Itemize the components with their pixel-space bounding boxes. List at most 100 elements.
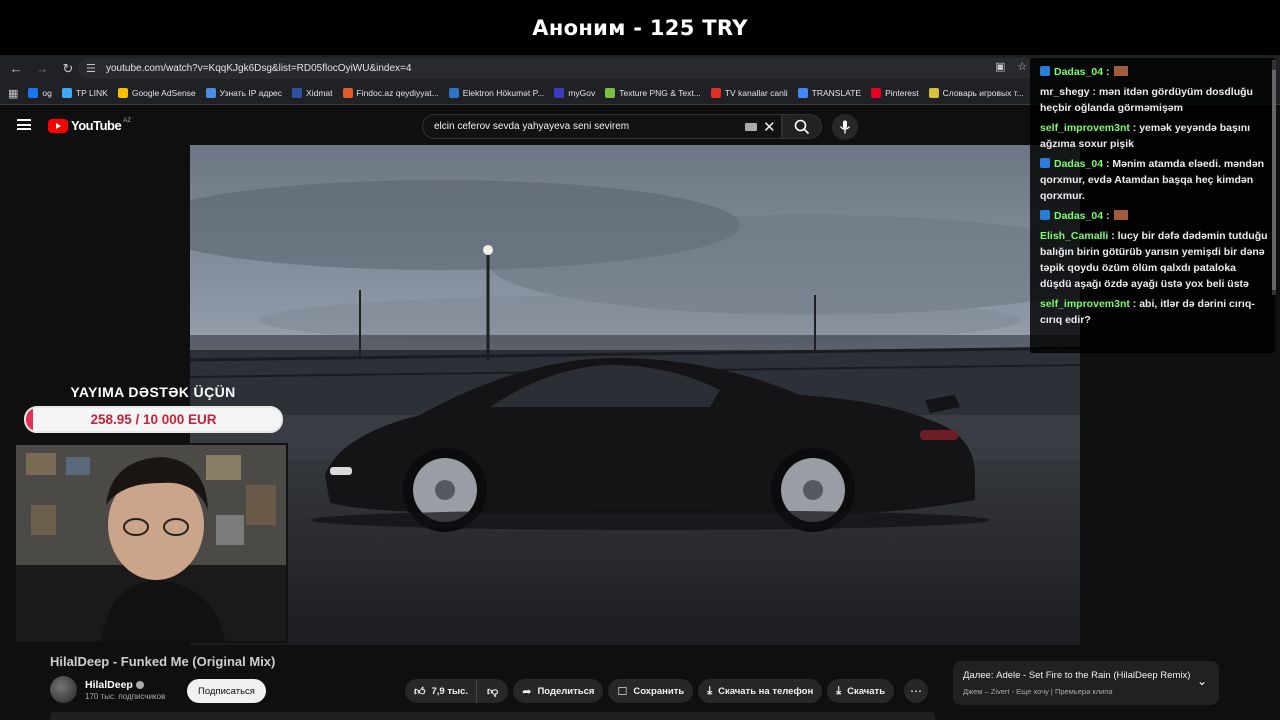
subscribe-button[interactable]: Подписаться <box>187 679 266 703</box>
chat-message: Dadas_04 : <box>1040 208 1268 224</box>
webcam-image <box>16 445 286 641</box>
save-button[interactable]: ☐ Сохранить <box>608 679 694 703</box>
channel-avatar[interactable] <box>50 676 77 703</box>
search-input[interactable]: elcin ceferov sevda yahyayeva seni sevir… <box>422 114 782 139</box>
chat-username[interactable]: Elish_Camalli <box>1040 230 1108 242</box>
description-box[interactable] <box>50 712 935 720</box>
save-playlist-icon: ☐ <box>617 685 628 698</box>
emote-icon <box>1114 66 1129 76</box>
user-badge-icon <box>1040 210 1050 220</box>
chat-message: self_improvem3nt : yemək yeyəndə başını … <box>1040 120 1268 152</box>
donation-progress-text: 258.95 / 10 000 EUR <box>90 412 217 427</box>
bookmark-label: TV kanallar canli <box>724 88 788 98</box>
address-bar[interactable]: ☰ youtube.com/watch?v=KqqKJgk6Dsg&list=R… <box>78 58 1038 79</box>
subscriber-count: 170 тыс. подписчиков <box>85 691 166 701</box>
voice-search-button[interactable] <box>832 114 858 140</box>
chevron-down-icon[interactable]: ⌄ <box>1197 674 1207 688</box>
bookmark-item[interactable]: Pinterest <box>871 88 919 98</box>
video-actions: 👍︎ 7,9 тыс. 👎︎ ➦ Поделиться ☐ Сохранить … <box>405 679 929 703</box>
bookmark-item[interactable]: TRANSLATE <box>797 88 861 98</box>
chat-username[interactable]: self_improvem3nt <box>1040 298 1130 310</box>
bookmark-label: Xidmat <box>306 88 333 98</box>
reload-icon[interactable]: ↻ <box>56 57 80 81</box>
chat-messages: Dadas_04 : mr_shegy : mən itdən gördüyüm… <box>1040 64 1268 332</box>
bookmark-favicon-icon <box>710 88 721 98</box>
thumbs-down-icon: 👎︎ <box>487 685 499 698</box>
url-text[interactable]: youtube.com/watch?v=KqqKJgk6Dsg&list=RD0… <box>106 63 411 74</box>
like-count: 7,9 тыс. <box>431 685 469 697</box>
emote-icon <box>1114 210 1129 220</box>
bookmark-item[interactable]: myGov <box>554 88 595 98</box>
bookmark-item[interactable]: TV kanallar canli <box>710 88 788 98</box>
bookmark-item[interactable]: Elektron Hökumət P... <box>448 88 544 98</box>
up-next-title: Далее: Adele - Set Fire to the Rain (Hil… <box>963 670 1191 681</box>
bookmark-item[interactable]: Texture PNG & Text... <box>605 88 701 98</box>
more-actions-icon[interactable]: ⋯ <box>904 679 929 703</box>
bookmark-label: og <box>42 88 52 98</box>
chat-message: Elish_Camalli : lucy bir dəfə dədəmin tu… <box>1040 228 1268 292</box>
video-player[interactable] <box>190 145 1080 645</box>
chat-text: : <box>1103 66 1113 78</box>
chat-username[interactable]: Dadas_04 <box>1054 158 1103 170</box>
up-next-subtitle: Джем – Zivert - Еще хочу | Премьера клип… <box>963 687 1113 696</box>
bookmark-item[interactable]: Xidmat <box>292 88 333 98</box>
keyboard-icon[interactable] <box>745 123 757 131</box>
bookmark-label: Findoc.az qeydiyyat... <box>356 88 439 98</box>
download-icon: ⤓ <box>707 684 713 697</box>
chat-username[interactable]: Dadas_04 <box>1054 210 1103 222</box>
chat-message: Dadas_04 : <box>1040 64 1268 80</box>
bookmark-item[interactable]: Словарь игровых т... <box>928 88 1024 98</box>
dislike-button[interactable]: 👎︎ <box>476 679 509 703</box>
bookmark-item[interactable]: Узнать IP адрес <box>205 88 283 98</box>
scrollbar-thumb[interactable] <box>1272 70 1276 290</box>
stream-donation-banner: Аноним - 125 TRY <box>0 0 1280 55</box>
chat-username[interactable]: self_improvem3nt <box>1040 122 1130 134</box>
bookmark-favicon-icon <box>928 88 939 98</box>
menu-icon[interactable] <box>17 119 31 130</box>
bookmark-item[interactable]: og <box>28 88 52 98</box>
bookmark-label: Texture PNG & Text... <box>619 88 701 98</box>
youtube-logo[interactable]: YouTube AZ <box>48 118 131 133</box>
bookmark-item[interactable]: Findoc.az qeydiyyat... <box>342 88 439 98</box>
download-button[interactable]: ⤓ Скачать <box>827 679 895 703</box>
up-next-panel[interactable]: Далее: Adele - Set Fire to the Rain (Hil… <box>953 661 1219 705</box>
search-query[interactable]: elcin ceferov sevda yahyayeva seni sevir… <box>434 121 629 132</box>
share-button[interactable]: ➦ Поделиться <box>513 679 604 703</box>
search-button[interactable] <box>782 114 822 139</box>
bookmark-label: Словарь игровых т... <box>942 88 1024 98</box>
like-button[interactable]: 👍︎ 7,9 тыс. <box>405 679 477 703</box>
bookmark-star-icon[interactable]: ☆ <box>1017 60 1027 73</box>
bookmark-favicon-icon <box>342 88 353 98</box>
bookmark-label: Pinterest <box>885 88 919 98</box>
search-icon <box>794 119 810 134</box>
install-app-icon[interactable]: ▣ <box>995 60 1005 73</box>
video-frame <box>190 145 1080 645</box>
apps-grid-icon[interactable]: ▦ <box>8 87 18 100</box>
chat-username[interactable]: mr_shegy <box>1040 86 1090 98</box>
donation-alert-text: Аноним - 125 TRY <box>532 15 748 40</box>
microphone-icon <box>839 120 851 134</box>
bookmark-favicon-icon <box>554 88 565 98</box>
bookmark-favicon-icon <box>448 88 459 98</box>
streamer-webcam <box>14 443 288 643</box>
forward-icon[interactable]: → <box>30 57 54 81</box>
bookmark-favicon-icon <box>797 88 808 98</box>
download-to-phone-button[interactable]: ⤓ Скачать на телефон <box>698 679 823 703</box>
bookmark-item[interactable]: Google AdSense <box>117 88 196 98</box>
chat-message: mr_shegy : mən itdən gördüyüm dosdluğu h… <box>1040 84 1268 116</box>
chat-text: : <box>1103 210 1113 222</box>
verified-icon <box>135 680 144 689</box>
clear-search-icon[interactable]: ✕ <box>763 118 776 136</box>
back-icon[interactable]: ← <box>4 57 28 81</box>
bookmark-favicon-icon <box>605 88 616 98</box>
bookmark-item[interactable]: TP LINK <box>61 88 108 98</box>
bookmark-label: myGov <box>568 88 596 98</box>
chat-username[interactable]: Dadas_04 <box>1054 66 1103 78</box>
youtube-play-icon <box>48 118 68 133</box>
channel-name[interactable]: HilalDeep <box>85 679 133 691</box>
bookmark-favicon-icon <box>28 88 39 98</box>
thumbs-up-icon: 👍︎ <box>414 685 426 698</box>
bookmark-label: Узнать IP адрес <box>219 88 283 98</box>
site-info-icon[interactable]: ☰ <box>86 62 100 75</box>
chat-message: self_improvem3nt : abi, itlər də dərini … <box>1040 296 1268 328</box>
